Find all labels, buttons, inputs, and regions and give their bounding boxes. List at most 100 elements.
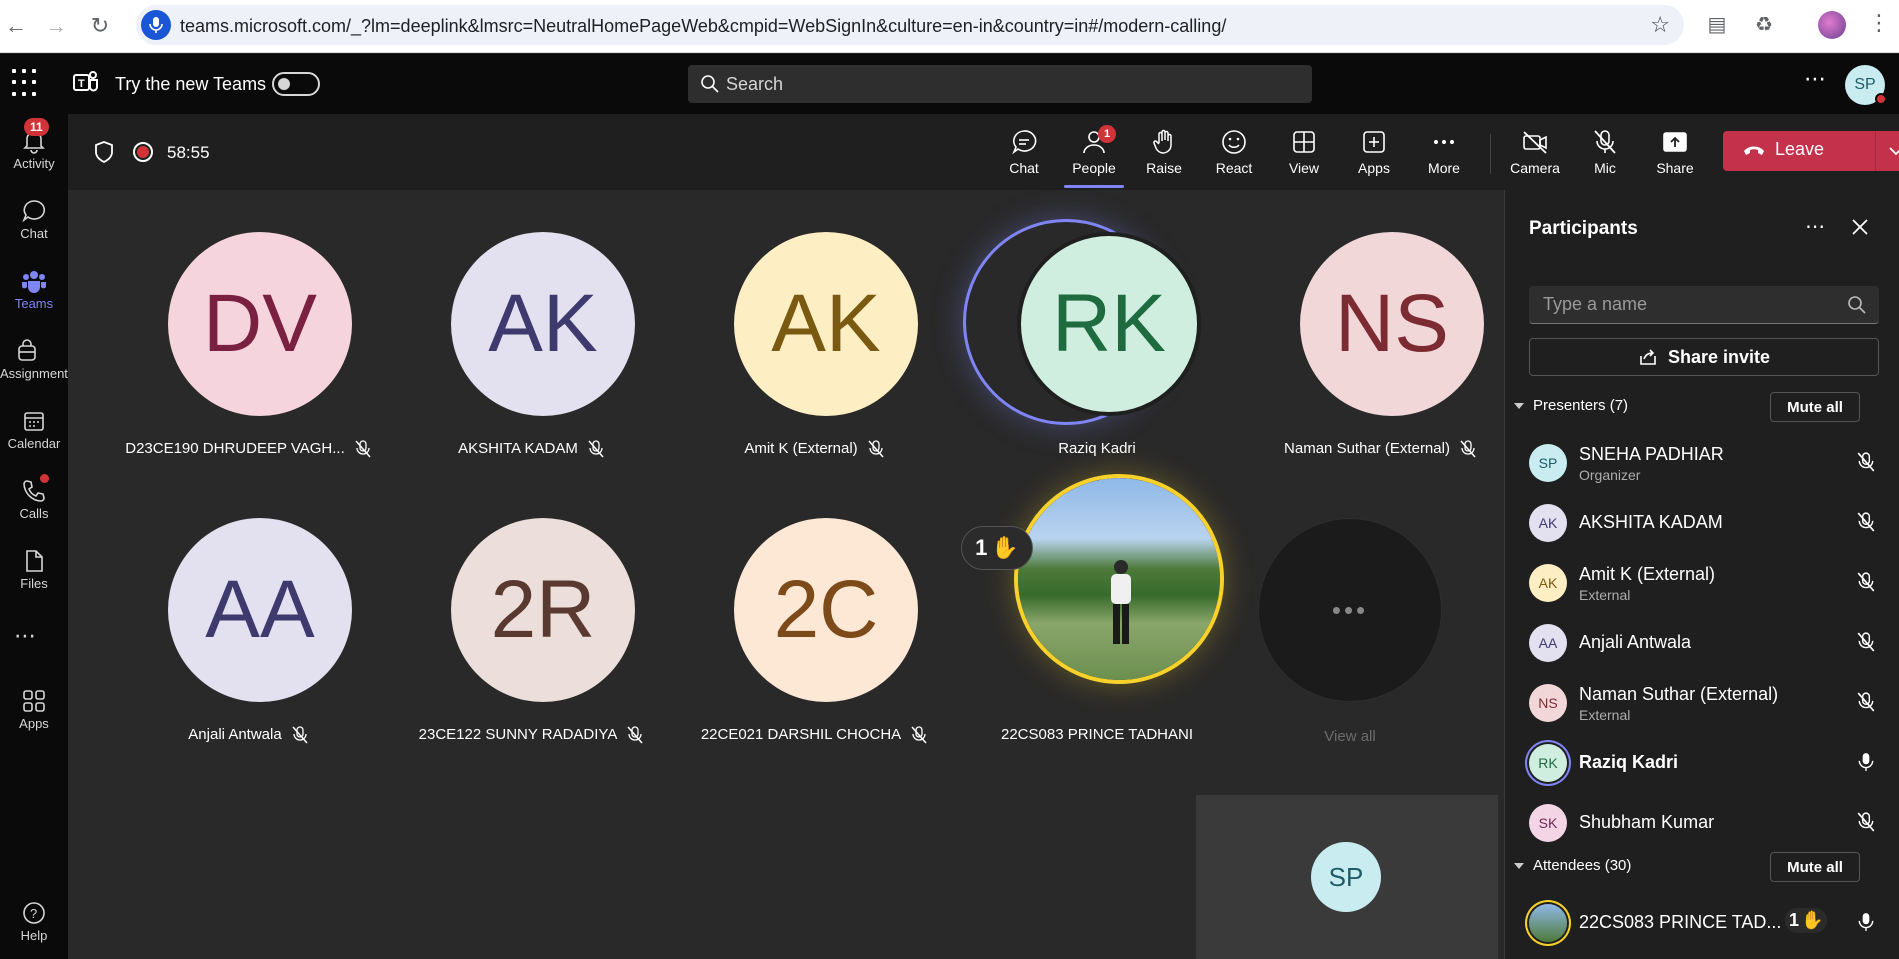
leave-button[interactable]: Leave: [1723, 131, 1899, 171]
chat-button[interactable]: Chat: [994, 128, 1054, 186]
mic-button[interactable]: Mic: [1575, 128, 1635, 186]
rail-label: Chat: [20, 226, 48, 241]
extensions-icon[interactable]: ♻: [1750, 12, 1778, 40]
rail-item-teams[interactable]: Teams: [0, 262, 68, 322]
browser-menu-icon[interactable]: ⋮: [1868, 10, 1890, 36]
reload-icon[interactable]: ↻: [84, 10, 116, 42]
participant-search-input[interactable]: [1543, 294, 1833, 315]
participant-row[interactable]: AK AKSHITA KADAM: [1529, 494, 1879, 552]
settings-more-icon[interactable]: ⋯: [1804, 66, 1827, 92]
rail-item-help[interactable]: ? Help: [0, 894, 68, 954]
bookmark-star-icon[interactable]: ☆: [1650, 12, 1670, 38]
camera-button[interactable]: Camera: [1505, 128, 1565, 186]
attendees-section-header[interactable]: Attendees (30): [1513, 857, 1631, 874]
participant-name: AKSHITA KADAM: [458, 440, 578, 457]
video-gallery: DV D23CE190 DHRUDEEP VAGH... AK AKSHITA …: [68, 190, 1504, 959]
rail-item-calendar[interactable]: Calendar: [0, 402, 68, 462]
chevron-down-icon[interactable]: [1886, 141, 1899, 161]
teams-icon: [22, 271, 46, 293]
mic-off-icon: [911, 726, 927, 744]
activity-badge: 11: [24, 118, 49, 136]
mic-on-icon[interactable]: [1857, 752, 1875, 772]
avatar: AK: [1529, 564, 1567, 602]
profile-avatar[interactable]: SP: [1845, 65, 1887, 105]
presenters-section-header[interactable]: Presenters (7): [1513, 397, 1628, 414]
mic-off-icon[interactable]: [1857, 512, 1875, 532]
avatar: DV: [168, 232, 352, 416]
new-teams-toggle[interactable]: [272, 72, 320, 96]
view-all-label[interactable]: View all: [1258, 728, 1442, 745]
mic-off-icon[interactable]: [1857, 452, 1875, 472]
profile-initials: SP: [1854, 76, 1876, 93]
share-button[interactable]: Share: [1645, 128, 1705, 186]
mic-off-icon: [1460, 440, 1476, 458]
participant-tile[interactable]: 2C 22CE021 DARSHIL CHOCHA: [674, 476, 954, 744]
camera-label: Camera: [1510, 160, 1560, 176]
participant-name: Raziq Kadri: [1579, 752, 1679, 772]
rail-item-activity[interactable]: 11 Activity: [0, 118, 68, 182]
participant-row[interactable]: AK Amit K (External) External: [1529, 554, 1879, 612]
participant-row[interactable]: SP SNEHA PADHIAR Organizer: [1529, 434, 1879, 492]
app-launcher-icon[interactable]: [12, 69, 40, 97]
react-button[interactable]: React: [1204, 128, 1264, 186]
address-bar[interactable]: teams.microsoft.com/_?lm=deeplink&lmsrc=…: [136, 5, 1684, 45]
search-input[interactable]: Search: [688, 65, 1312, 103]
browser-profile-avatar[interactable]: [1818, 11, 1846, 39]
mute-all-presenters-button[interactable]: Mute all: [1770, 392, 1860, 422]
mic-off-icon[interactable]: [1857, 692, 1875, 712]
raise-hand-button[interactable]: Raise: [1134, 128, 1194, 186]
more-button[interactable]: More: [1414, 128, 1474, 186]
rail-label: Calls: [19, 506, 49, 521]
participant-tile[interactable]: RK Raziq Kadri: [957, 190, 1237, 457]
view-button[interactable]: View: [1274, 128, 1334, 186]
raised-hand-badge: 1 ✋: [1785, 908, 1828, 933]
participant-tile[interactable]: 22CS083 PRINCE TADHANI: [957, 474, 1237, 743]
share-invite-button[interactable]: Share invite: [1529, 338, 1879, 376]
shield-icon[interactable]: [94, 141, 114, 163]
panel-more-icon[interactable]: ⋯: [1805, 214, 1825, 239]
participant-tile[interactable]: AA Anjali Antwala: [108, 476, 388, 744]
mic-off-icon[interactable]: [1857, 572, 1875, 592]
participant-tile[interactable]: AK Amit K (External): [674, 190, 954, 458]
mic-off-icon: [588, 440, 604, 458]
participant-tile[interactable]: NS Naman Suthar (External): [1240, 190, 1520, 458]
participant-name: Shubham Kumar: [1579, 812, 1715, 832]
status-busy-dot: [1875, 93, 1887, 105]
participant-row[interactable]: AA Anjali Antwala: [1529, 614, 1879, 672]
search-icon: [1848, 296, 1866, 314]
rail-item-apps[interactable]: Apps: [0, 682, 68, 742]
mic-off-icon[interactable]: [1857, 632, 1875, 652]
self-view-tile[interactable]: SP: [1196, 795, 1498, 959]
participant-tile[interactable]: AK AKSHITA KADAM: [391, 190, 671, 458]
caret-down-icon: [1514, 862, 1524, 869]
participant-row[interactable]: 22CS083 PRINCE TAD... 1 ✋: [1529, 894, 1879, 952]
participant-tile[interactable]: 2R 23CE122 SUNNY RADADIYA: [391, 476, 671, 744]
more-icon: [1434, 140, 1454, 144]
rail-item-calls[interactable]: Calls: [0, 472, 68, 532]
forward-icon[interactable]: →: [40, 10, 72, 42]
close-icon[interactable]: [1851, 218, 1869, 236]
rail-item-chat[interactable]: Chat: [0, 192, 68, 252]
rail-item-files[interactable]: Files: [0, 542, 68, 602]
more-apps-icon[interactable]: ⋯: [14, 623, 38, 649]
profile-photo: [1014, 474, 1224, 684]
reading-list-icon[interactable]: ▤: [1703, 12, 1731, 40]
apps-button[interactable]: Apps: [1344, 128, 1404, 186]
view-all-button[interactable]: •••: [1258, 518, 1442, 702]
rail-item-assignments[interactable]: Assignments: [0, 332, 74, 392]
participant-name: Raziq Kadri: [1058, 440, 1136, 457]
people-button[interactable]: 1 People: [1064, 125, 1124, 188]
participant-row[interactable]: SK Shubham Kumar: [1529, 794, 1879, 852]
mic-in-use-icon[interactable]: [141, 10, 171, 40]
participant-name: 22CS083 PRINCE TAD...: [1579, 912, 1782, 932]
participant-tile[interactable]: DV D23CE190 DHRUDEEP VAGH...: [108, 190, 388, 458]
mic-off-icon[interactable]: [1857, 812, 1875, 832]
back-icon[interactable]: ←: [0, 10, 32, 42]
participant-row[interactable]: RK Raziq Kadri: [1529, 734, 1879, 792]
participant-search-field[interactable]: [1529, 286, 1879, 324]
participant-row[interactable]: NS Naman Suthar (External) External: [1529, 674, 1879, 732]
chat-label: Chat: [1009, 160, 1039, 176]
more-label: More: [1428, 160, 1460, 176]
mic-on-icon[interactable]: [1857, 912, 1875, 932]
mute-all-attendees-button[interactable]: Mute all: [1770, 852, 1860, 882]
